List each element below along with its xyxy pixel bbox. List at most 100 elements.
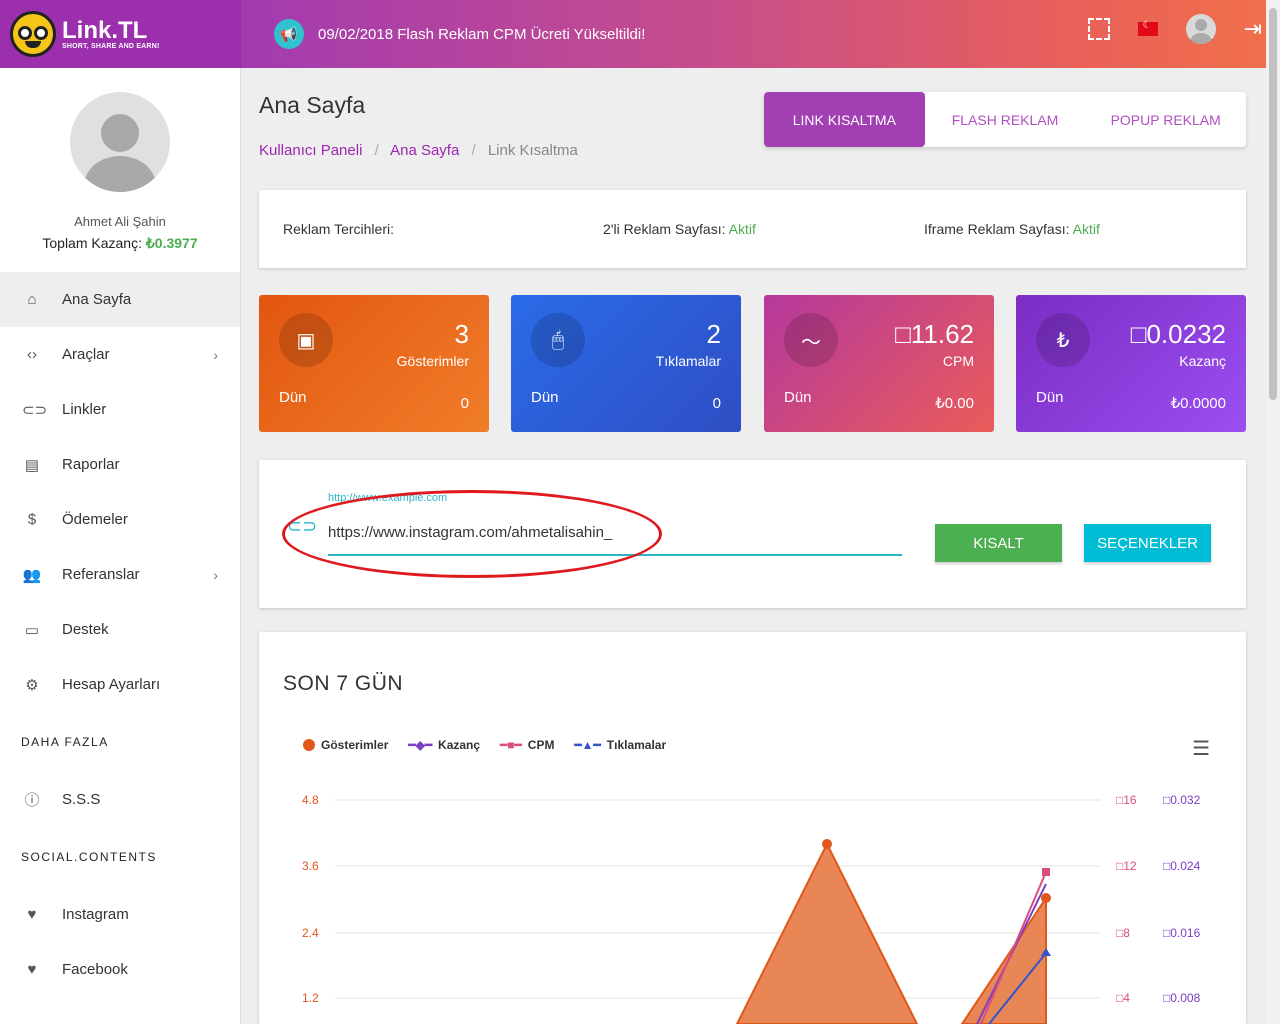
options-button[interactable]: SEÇENEKLER xyxy=(1084,524,1211,562)
legend-item-tiklamalar[interactable]: ━▲━ Tıklamalar xyxy=(574,738,666,752)
stat-value: □0.0232 xyxy=(1130,319,1226,349)
stat-label: Gösterimler xyxy=(396,353,469,369)
section-heading-social: SOCIAL.CONTENTS xyxy=(21,850,157,864)
breadcrumb-current: Link Kısaltma xyxy=(487,142,578,159)
y-right1-tick: □8 xyxy=(1116,926,1130,940)
sidebar-item-hesap-ayarlari[interactable]: ⚙ Hesap Ayarları xyxy=(0,657,240,712)
breadcrumb-item[interactable]: Ana Sayfa xyxy=(390,142,459,159)
user-avatar[interactable] xyxy=(1185,14,1216,44)
iframe-pref: Iframe Reklam Sayfası: Aktif xyxy=(924,221,1100,237)
turkish-flag-icon[interactable] xyxy=(1137,20,1158,36)
heart-icon: ♥ xyxy=(27,961,37,978)
trending-icon: 〜 xyxy=(784,313,838,367)
tab-link-kisaltma[interactable]: LINK KISALTMA xyxy=(764,92,925,147)
announcement-text: 09/02/2018 Flash Reklam CPM Ücreti Yükse… xyxy=(318,25,646,43)
chart-menu-icon[interactable]: ☰ xyxy=(1192,736,1210,761)
page-title: Ana Sayfa xyxy=(259,92,366,118)
sidebar-item-sss[interactable]: ⓘ S.S.S xyxy=(0,772,240,827)
stat-card-cpm: 〜 □11.62 CPM Dün ₺0.00 xyxy=(764,295,994,432)
sidebar-item-label: Ödemeler xyxy=(62,511,128,528)
tab-popup-reklam[interactable]: POPUP REKLAM xyxy=(1085,92,1246,147)
iframe-value: Aktif xyxy=(1072,221,1100,237)
stat-yesterday-value: ₺0.00 xyxy=(935,395,974,412)
shorten-card: http://www.example.com ⊂⊃ KISALT SEÇENEK… xyxy=(259,460,1246,608)
heart-icon: ♥ xyxy=(27,906,37,923)
legend-item-gosterimler[interactable]: Gösterimler xyxy=(303,738,388,752)
y-right2-tick: □0.016 xyxy=(1163,926,1201,940)
grid-lines xyxy=(335,799,1101,999)
sidebar-item-linkler[interactable]: ⊂⊃ Linkler xyxy=(0,382,240,437)
y-right2-tick: □0.008 xyxy=(1163,991,1201,1005)
sidebar-item-referanslar[interactable]: 👥 Referanslar › xyxy=(0,547,240,602)
breadcrumb-item[interactable]: Kullanıcı Paneli xyxy=(259,142,362,159)
logo-mascot-icon xyxy=(10,11,56,57)
stat-label: Kazanç xyxy=(1179,353,1226,369)
link-icon: ⊂⊃ xyxy=(287,516,318,536)
y-right2-tick: □0.024 xyxy=(1163,859,1201,873)
sidebar-item-label: Hesap Ayarları xyxy=(62,676,161,693)
scrollbar-thumb[interactable] xyxy=(1269,8,1277,400)
earnings-label: Toplam Kazanç: xyxy=(42,235,142,251)
logo-brand: Link.TL xyxy=(62,16,148,44)
top-bar: Link.TL SHORT, SHARE AND EARN! 📢 09/02/2… xyxy=(0,0,1280,68)
sidebar-item-label: Ana Sayfa xyxy=(62,291,132,308)
y-right1-tick: □4 xyxy=(1116,991,1130,1005)
sidebar-item-label: Raporlar xyxy=(62,456,120,473)
profile-earnings: Toplam Kazanç: ₺0.3977 xyxy=(0,235,240,252)
shorten-button[interactable]: KISALT xyxy=(935,524,1062,562)
stat-value: □11.62 xyxy=(895,319,974,349)
lira-icon: ₺ xyxy=(1036,313,1090,367)
sidebar-item-araclar[interactable]: ‹› Araçlar › xyxy=(0,327,240,382)
profile-avatar xyxy=(70,92,170,192)
link-icon: ⊂⊃ xyxy=(22,401,48,419)
legend-item-cpm[interactable]: ━■━ CPM xyxy=(500,738,554,752)
online-status-dot xyxy=(1208,37,1216,44)
profile-name: Ahmet Ali Şahin xyxy=(74,214,166,229)
sidebar-item-instagram[interactable]: ♥ Instagram xyxy=(0,887,240,942)
y-right1-tick: □16 xyxy=(1116,793,1137,807)
page-scrollbar[interactable] xyxy=(1266,0,1280,1024)
legend-item-kazanc[interactable]: ━◆━ Kazanç xyxy=(408,738,480,752)
stat-card-kazanc: ₺ □0.0232 Kazanç Dün ₺0.0000 xyxy=(1016,295,1246,432)
sidebar-item-raporlar[interactable]: ▤ Raporlar xyxy=(0,437,240,492)
megaphone-icon: 📢 xyxy=(274,19,304,49)
gear-icon: ⚙ xyxy=(25,676,39,694)
tab-flash-reklam[interactable]: FLASH REKLAM xyxy=(925,92,1086,147)
section-heading-more: DAHA FAZLA xyxy=(21,735,109,749)
chart-card: SON 7 GÜN Gösterimler ━◆━ Kazanç ━■━ CPM ━… xyxy=(259,632,1246,1024)
stat-card-tiklamalar: 🖱 2 Tıklamalar Dün 0 xyxy=(511,295,741,432)
sidebar-item-label: Araçlar xyxy=(62,346,110,363)
profile-panel: Ahmet Ali Şahin Toplam Kazanç: ₺0.3977 xyxy=(0,68,240,272)
sidebar: Ahmet Ali Şahin Toplam Kazanç: ₺0.3977 ⌂… xyxy=(0,68,241,1024)
y-left-tick: 2.4 xyxy=(302,926,319,940)
chat-icon: ▭ xyxy=(24,621,40,639)
chart-title: SON 7 GÜN xyxy=(283,672,404,695)
sidebar-item-label: Facebook xyxy=(62,961,128,978)
stat-yesterday-value: 0 xyxy=(460,395,469,412)
stat-label: Tıklamalar xyxy=(655,353,721,369)
two-page-pref: 2'li Reklam Sayfası: Aktif xyxy=(603,221,756,237)
sidebar-item-odemeler[interactable]: $ Ödemeler xyxy=(0,492,240,547)
people-icon: 👥 xyxy=(22,566,42,584)
fullscreen-icon[interactable] xyxy=(1087,18,1110,40)
stat-label: CPM xyxy=(942,353,974,369)
url-input[interactable] xyxy=(328,516,902,556)
area-gosterimler-peak xyxy=(735,841,919,1024)
point-cpm xyxy=(1042,868,1050,876)
two-page-value: Aktif xyxy=(728,221,756,237)
chevron-right-icon: › xyxy=(213,346,218,363)
sidebar-item-ana-sayfa[interactable]: ⌂ Ana Sayfa xyxy=(0,272,240,327)
url-placeholder-hint: http://www.example.com xyxy=(328,492,448,504)
point-gosterimler xyxy=(822,839,832,849)
bar-chart-icon: ▤ xyxy=(24,456,40,474)
logout-icon[interactable]: ⇥ xyxy=(1244,16,1262,42)
sidebar-item-label: Instagram xyxy=(62,906,129,923)
sidebar-item-facebook[interactable]: ♥ Facebook xyxy=(0,942,240,997)
chart-plot: 4.8 3.6 2.4 1.2 □16 □12 □8 □4 □0.032 □0.… xyxy=(302,793,1201,1024)
y-right2-tick: □0.032 xyxy=(1163,793,1201,807)
help-icon: ⓘ xyxy=(24,792,40,809)
logo[interactable]: Link.TL SHORT, SHARE AND EARN! xyxy=(0,0,241,68)
sidebar-item-label: Referanslar xyxy=(62,566,140,583)
sidebar-item-destek[interactable]: ▭ Destek xyxy=(0,602,240,657)
stat-value: 2 xyxy=(706,319,721,349)
